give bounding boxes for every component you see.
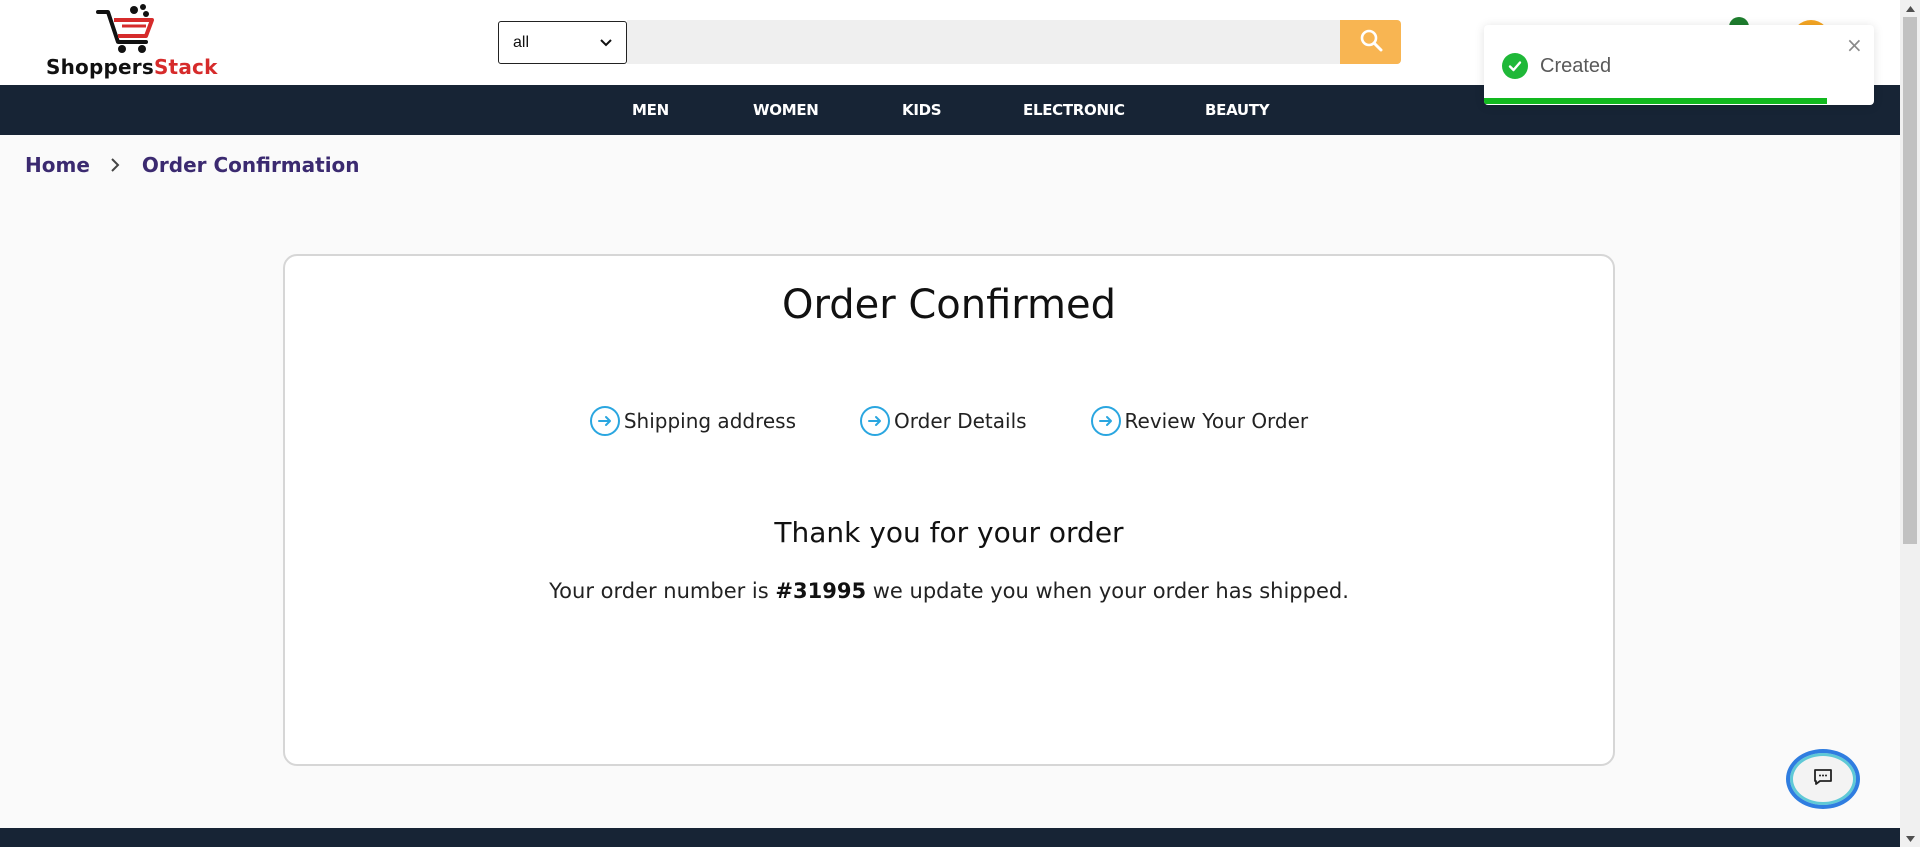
chevron-right-icon [110, 157, 120, 173]
order-number: #31995 [775, 579, 867, 603]
footer [0, 828, 1900, 847]
nav-item-men[interactable]: MEN [632, 85, 669, 135]
order-message-prefix: Your order number is [549, 579, 769, 603]
search-category-select[interactable]: all [498, 21, 627, 64]
search-icon [1359, 28, 1383, 57]
chevron-down-icon [600, 35, 612, 50]
search-input[interactable] [627, 20, 1340, 64]
scroll-up-arrow-icon[interactable] [1900, 0, 1920, 17]
search-button[interactable] [1340, 20, 1401, 64]
thank-you-heading: Thank you for your order [774, 516, 1124, 549]
step-label: Shipping address [623, 409, 797, 433]
order-confirmation-card [283, 254, 1615, 766]
arrow-circle-right-icon [1090, 406, 1121, 436]
shopping-cart-icon [96, 4, 154, 53]
toast-notification: Created × [1484, 25, 1874, 105]
close-icon[interactable]: × [1846, 33, 1863, 57]
arrow-circle-right-icon [589, 406, 620, 436]
step-order-details[interactable]: Order Details [860, 406, 1027, 436]
step-review-order[interactable]: Review Your Order [1090, 406, 1309, 436]
toast-progress-bar [1484, 98, 1828, 104]
page-scrollbar[interactable] [1900, 0, 1920, 847]
shoppersstack-logo[interactable]: ShoppersStack [46, 4, 236, 82]
scrollbar-thumb[interactable] [1903, 17, 1917, 544]
step-label: Review Your Order [1124, 409, 1309, 433]
page-title: Order Confirmed [781, 282, 1117, 328]
step-shipping-address[interactable]: Shipping address [589, 406, 797, 436]
chat-bubble-icon [1813, 768, 1833, 791]
chat-button[interactable] [1786, 749, 1860, 809]
order-number-message: Your order number is #31995 we update yo… [0, 579, 1898, 603]
nav-item-kids[interactable]: KIDS [902, 85, 942, 135]
nav-item-women[interactable]: WOMEN [753, 85, 819, 135]
scroll-down-arrow-icon[interactable] [1900, 830, 1920, 847]
arrow-circle-right-icon [860, 406, 891, 436]
search-category-value: all [513, 33, 530, 51]
nav-item-beauty[interactable]: BEAUTY [1205, 85, 1270, 135]
check-circle-icon [1502, 53, 1528, 79]
breadcrumb-home[interactable]: Home [25, 153, 90, 177]
nav-item-electronic[interactable]: ELECTRONIC [1023, 85, 1125, 135]
breadcrumb: Home Order Confirmation [25, 152, 360, 178]
step-label: Order Details [894, 409, 1027, 433]
toast-message: Created [1540, 55, 1612, 77]
order-steps: Shipping address Order Details Review Yo… [0, 406, 1898, 436]
breadcrumb-current: Order Confirmation [141, 153, 360, 177]
order-message-suffix: we update you when your order has shippe… [872, 579, 1349, 603]
logo-text: ShoppersStack [46, 55, 218, 79]
